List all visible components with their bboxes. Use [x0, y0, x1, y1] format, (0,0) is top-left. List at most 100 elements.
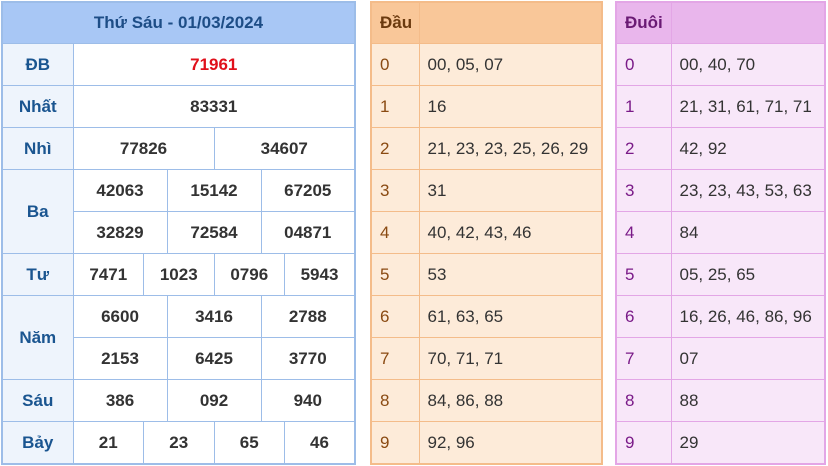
prize-row-sau: Sáu 386 092 940 [1, 379, 356, 422]
dau-digit: 2 [370, 127, 420, 170]
duoi-row: 1 21, 31, 61, 71, 71 [615, 85, 826, 128]
dau-table: Đầu 0 00, 05, 07 1 16 2 21, 23, 23, 25, 26, 2… [370, 1, 603, 465]
prize-label-ba: Ba [1, 169, 74, 254]
prize-value: 04871 [260, 211, 356, 254]
duoi-row: 7 07 [615, 337, 826, 380]
results-title: Thứ Sáu - 01/03/2024 [1, 1, 356, 44]
prize-value: 5943 [284, 253, 356, 296]
prize-label-nhat: Nhất [1, 85, 74, 128]
dau-digit: 7 [370, 337, 420, 380]
duoi-header: Đuôi [615, 1, 672, 44]
prize-value: 7471 [72, 253, 144, 296]
prize-value: 15142 [166, 169, 262, 212]
dau-digit: 8 [370, 379, 420, 422]
dau-numbers: 16 [418, 85, 603, 128]
dau-numbers: 92, 96 [418, 421, 603, 465]
duoi-numbers: 07 [670, 337, 826, 380]
dau-digit: 1 [370, 85, 420, 128]
duoi-numbers: 23, 23, 43, 53, 63 [670, 169, 826, 212]
dau-row: 0 00, 05, 07 [370, 43, 603, 86]
duoi-digit: 7 [615, 337, 672, 380]
prize-label-db: ĐB [1, 43, 74, 86]
duoi-digit: 4 [615, 211, 672, 254]
lottery-results-table: Thứ Sáu - 01/03/2024 ĐB 71961 Nhất 83331… [1, 1, 356, 465]
prize-label-bay: Bảy [1, 421, 74, 465]
prize-value: 77826 [72, 127, 215, 170]
prize-row-nam: Năm 6600 3416 2788 [1, 295, 356, 380]
prize-row-bay: Bảy 21 23 65 46 [1, 421, 356, 465]
prize-label-sau: Sáu [1, 379, 74, 422]
dau-numbers: 53 [418, 253, 603, 296]
prize-value: 3416 [166, 295, 262, 338]
dau-numbers: 70, 71, 71 [418, 337, 603, 380]
prize-value: 1023 [143, 253, 215, 296]
duoi-numbers: 00, 40, 70 [670, 43, 826, 86]
prize-value: 2788 [260, 295, 356, 338]
dau-digit: 5 [370, 253, 420, 296]
duoi-digit: 2 [615, 127, 672, 170]
dau-header-empty [418, 1, 603, 44]
dau-numbers: 40, 42, 43, 46 [418, 211, 603, 254]
prize-value: 72584 [166, 211, 262, 254]
dau-numbers: 21, 23, 23, 25, 26, 29 [418, 127, 603, 170]
duoi-row: 0 00, 40, 70 [615, 43, 826, 86]
duoi-digit: 1 [615, 85, 672, 128]
prize-value: 6600 [72, 295, 168, 338]
duoi-numbers: 84 [670, 211, 826, 254]
dau-digit: 4 [370, 211, 420, 254]
duoi-row: 8 88 [615, 379, 826, 422]
duoi-row: 2 42, 92 [615, 127, 826, 170]
dau-row: 4 40, 42, 43, 46 [370, 211, 603, 254]
dau-digit: 6 [370, 295, 420, 338]
prize-value: 2153 [72, 337, 168, 380]
duoi-row: 5 05, 25, 65 [615, 253, 826, 296]
prize-value: 46 [284, 421, 356, 465]
dau-numbers: 00, 05, 07 [418, 43, 603, 86]
prize-value: 71961 [72, 43, 356, 86]
prize-value: 092 [166, 379, 262, 422]
dau-numbers: 84, 86, 88 [418, 379, 603, 422]
duoi-digit: 6 [615, 295, 672, 338]
prize-value: 32829 [72, 211, 168, 254]
prize-value: 3770 [260, 337, 356, 380]
dau-row: 9 92, 96 [370, 421, 603, 465]
duoi-digit: 8 [615, 379, 672, 422]
prize-value: 65 [213, 421, 285, 465]
dau-row: 8 84, 86, 88 [370, 379, 603, 422]
dau-row: 2 21, 23, 23, 25, 26, 29 [370, 127, 603, 170]
duoi-digit: 3 [615, 169, 672, 212]
dau-digit: 9 [370, 421, 420, 465]
dau-numbers: 31 [418, 169, 603, 212]
prize-value: 83331 [72, 85, 356, 128]
prize-row-nhi: Nhì 77826 34607 [1, 127, 356, 170]
prize-value: 42063 [72, 169, 168, 212]
duoi-table: Đuôi 0 00, 40, 70 1 21, 31, 61, 71, 71 2 42, … [615, 1, 826, 465]
prize-label-nhi: Nhì [1, 127, 74, 170]
dau-row: 5 53 [370, 253, 603, 296]
duoi-row: 3 23, 23, 43, 53, 63 [615, 169, 826, 212]
dau-row: 1 16 [370, 85, 603, 128]
duoi-numbers: 42, 92 [670, 127, 826, 170]
prize-label-nam: Năm [1, 295, 74, 380]
duoi-header-empty [670, 1, 826, 44]
prize-label-tu: Tư [1, 253, 74, 296]
prize-value: 386 [72, 379, 168, 422]
duoi-row: 9 29 [615, 421, 826, 465]
duoi-row: 6 16, 26, 46, 86, 96 [615, 295, 826, 338]
prize-value: 34607 [213, 127, 356, 170]
dau-row: 7 70, 71, 71 [370, 337, 603, 380]
prize-row-tu: Tư 7471 1023 0796 5943 [1, 253, 356, 296]
duoi-digit: 5 [615, 253, 672, 296]
duoi-digit: 9 [615, 421, 672, 465]
dau-header: Đầu [370, 1, 420, 44]
prize-value: 6425 [166, 337, 262, 380]
dau-digit: 0 [370, 43, 420, 86]
duoi-row: 4 84 [615, 211, 826, 254]
dau-numbers: 61, 63, 65 [418, 295, 603, 338]
prize-value: 940 [260, 379, 356, 422]
dau-row: 6 61, 63, 65 [370, 295, 603, 338]
prize-value: 0796 [213, 253, 285, 296]
duoi-digit: 0 [615, 43, 672, 86]
duoi-numbers: 88 [670, 379, 826, 422]
prize-row-ba: Ba 42063 15142 67205 [1, 169, 356, 254]
